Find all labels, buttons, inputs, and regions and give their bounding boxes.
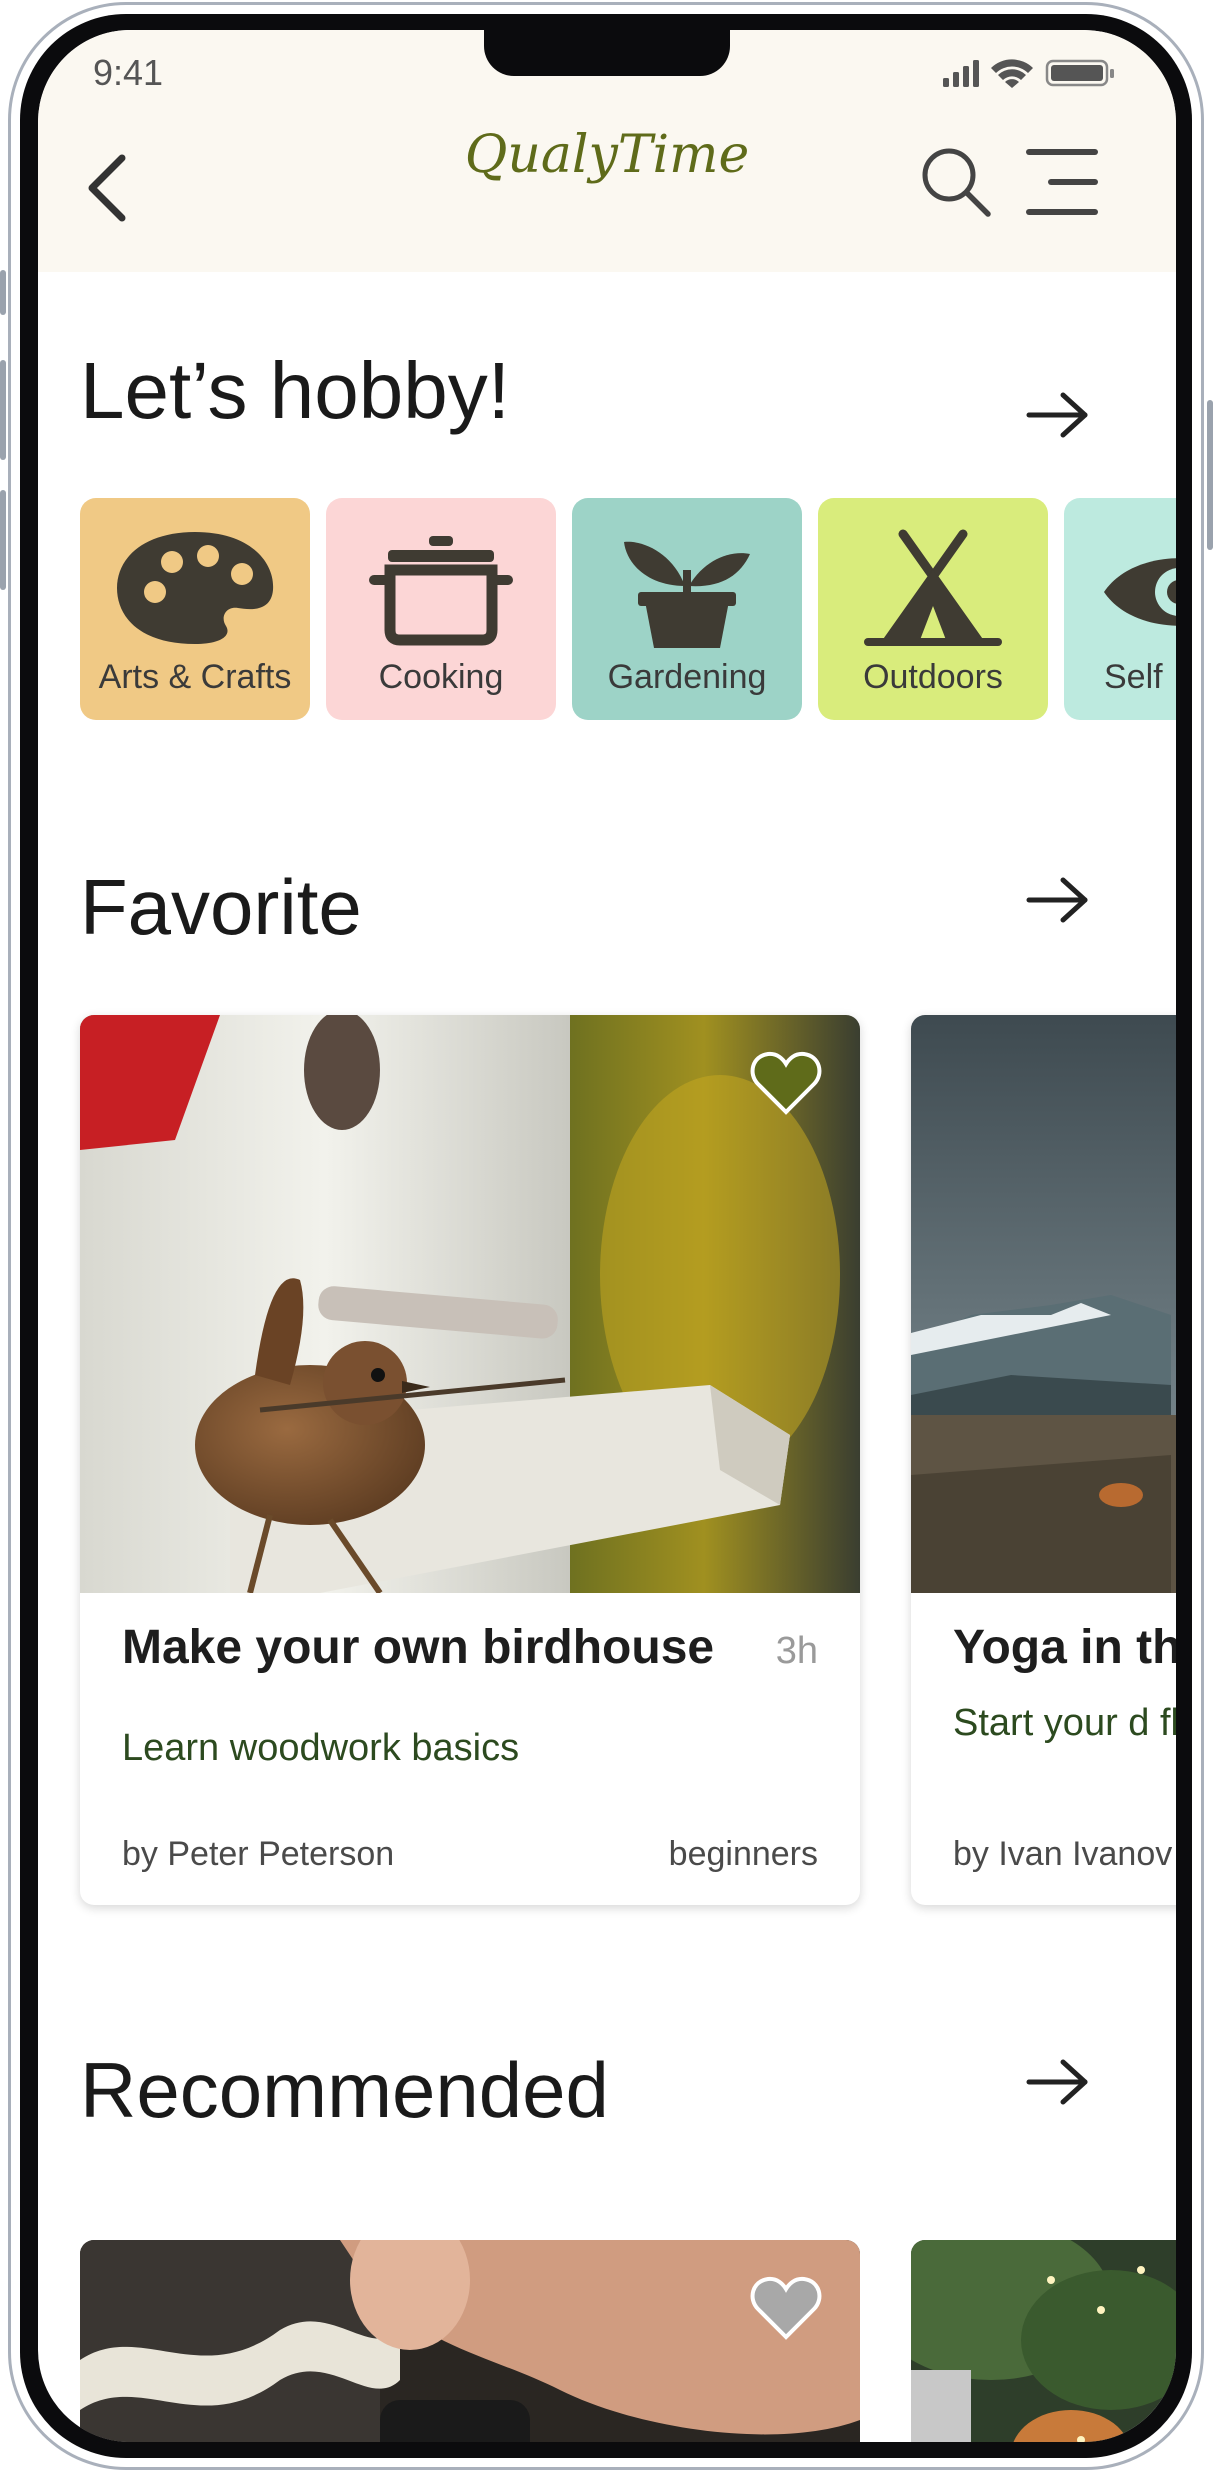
birdhouse-photo — [80, 1015, 860, 1593]
pot-icon — [369, 536, 513, 646]
favorite-heart-icon[interactable] — [750, 2275, 822, 2341]
recommended-card-1[interactable] — [80, 2240, 860, 2442]
battery-icon — [1045, 59, 1114, 87]
app-title: QualyTime — [464, 125, 750, 185]
screen: 9:41 QualyTime Let’s hobby! Arts & Craft… — [38, 30, 1176, 2442]
hobby-tile-outdoors[interactable]: Outdoors — [818, 498, 1048, 720]
card-author: by Peter Peterson — [122, 1835, 395, 1873]
card-subtitle: Learn woodwork basics — [122, 1727, 520, 1769]
hobby-tile-cooking[interactable]: Cooking — [326, 498, 556, 720]
recommended-section-title: Recommended — [80, 2046, 609, 2134]
card-title: Yoga in the — [953, 1621, 1176, 1674]
eye-icon — [1104, 558, 1176, 626]
hobby-tile-self[interactable]: Self — [1064, 498, 1176, 720]
hobbies-see-all-arrow-icon[interactable] — [1023, 385, 1093, 445]
favorite-see-all-arrow-icon[interactable] — [1023, 870, 1093, 930]
status-icons — [943, 59, 1114, 88]
recommended-photo-1 — [80, 2240, 860, 2442]
recommended-card-2[interactable] — [911, 2240, 1176, 2442]
tent-icon — [864, 529, 1002, 646]
phone-volume-down — [0, 490, 6, 590]
wifi-icon — [991, 59, 1033, 88]
card-title: Make your own birdhouse — [122, 1621, 715, 1674]
hobby-tile-label: Arts & Crafts — [98, 658, 292, 696]
plant-icon — [624, 541, 750, 648]
back-chevron-icon[interactable] — [78, 148, 138, 228]
card-duration: 3h — [775, 1630, 818, 1672]
favorite-section-title: Favorite — [80, 863, 362, 951]
hobby-tile-arts-crafts[interactable]: Arts & Crafts — [80, 498, 310, 720]
yoga-photo — [911, 1015, 1176, 1593]
hobby-tile-gardening[interactable]: Gardening — [572, 498, 802, 720]
favorite-card-birdhouse[interactable]: Make your own birdhouse 3h Learn woodwor… — [80, 1015, 860, 1905]
search-icon[interactable] — [916, 142, 996, 222]
phone-power-button — [1207, 400, 1213, 550]
hobby-tile-label: Outdoors — [863, 658, 1003, 696]
favorite-heart-icon[interactable] — [750, 1050, 822, 1116]
card-author: by Ivan Ivanov — [953, 1835, 1173, 1873]
hobby-tile-label: Gardening — [607, 658, 767, 696]
hobbies-section-title: Let’s hobby! — [80, 346, 510, 435]
recommended-see-all-arrow-icon[interactable] — [1023, 2052, 1093, 2112]
signal-icon — [943, 60, 979, 87]
card-level: beginners — [668, 1835, 818, 1873]
favorite-card-yoga[interactable]: Yoga in the Start your d flexibility by … — [911, 1015, 1176, 1905]
menu-icon[interactable] — [1023, 142, 1101, 222]
phone-mute-switch — [0, 270, 6, 315]
hobby-tile-label: Self — [1104, 658, 1163, 696]
status-time: 9:41 — [93, 52, 164, 93]
hobby-tile-label: Cooking — [378, 658, 504, 696]
recommended-photo-2 — [911, 2240, 1176, 2442]
phone-volume-up — [0, 360, 6, 460]
card-subtitle: Start your d flexibility — [953, 1702, 1176, 1744]
palette-icon — [117, 532, 274, 644]
device-notch — [484, 30, 730, 76]
